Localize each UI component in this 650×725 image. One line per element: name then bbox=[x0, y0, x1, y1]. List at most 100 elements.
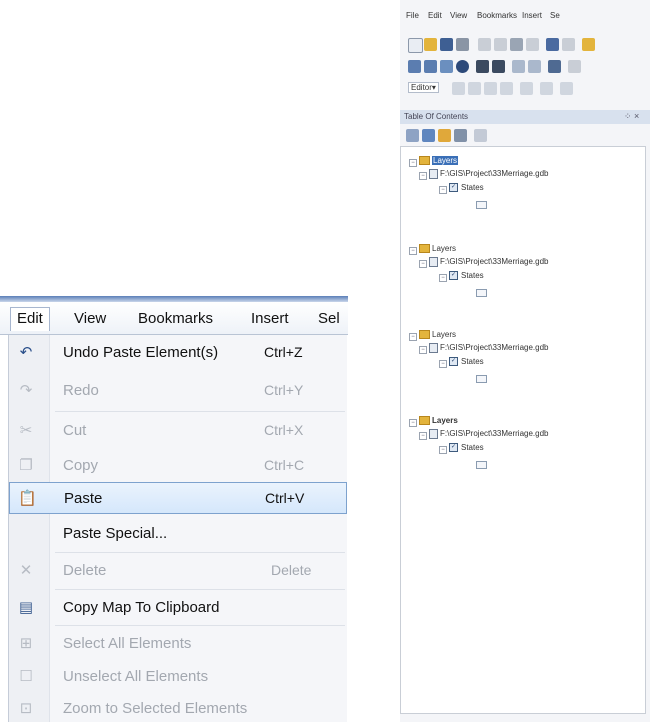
editor-dropdown[interactable]: Editor▾ bbox=[408, 82, 439, 93]
layer-row[interactable]: ✓ States bbox=[449, 183, 484, 193]
collapse-icon[interactable]: − bbox=[439, 186, 447, 194]
open-icon[interactable] bbox=[424, 38, 437, 51]
cut-icon[interactable] bbox=[478, 38, 491, 51]
forward-icon[interactable] bbox=[528, 60, 541, 73]
collapse-icon[interactable]: − bbox=[419, 346, 427, 354]
menu-item-label: Delete bbox=[63, 562, 107, 579]
collapse-icon[interactable]: − bbox=[409, 159, 417, 167]
menu-item-paste-special[interactable]: Paste Special... bbox=[9, 518, 347, 550]
close-icon[interactable]: ⁘ × bbox=[624, 111, 639, 122]
menubar-insert[interactable]: Insert bbox=[251, 310, 289, 327]
menu-item-shortcut: Ctrl+V bbox=[265, 490, 305, 506]
data-frame-row[interactable]: Layers bbox=[419, 244, 456, 254]
delete-icon: ✕ bbox=[19, 562, 33, 579]
layers-icon bbox=[419, 330, 430, 340]
fixed-zoom-in-icon[interactable] bbox=[476, 60, 489, 73]
database-icon bbox=[429, 343, 438, 353]
gdb-source-row[interactable]: F:\GIS\Project\33Merriage.gdb bbox=[429, 343, 549, 353]
collapse-icon[interactable]: − bbox=[419, 432, 427, 440]
list-by-source-icon[interactable] bbox=[422, 129, 435, 142]
delete-icon[interactable] bbox=[526, 38, 539, 51]
layer-row[interactable]: ✓ States bbox=[449, 443, 484, 453]
menu-item-undo[interactable]: ↶ Undo Paste Element(s) Ctrl+Z bbox=[9, 337, 347, 369]
add-data-icon[interactable] bbox=[582, 38, 595, 51]
full-extent-icon[interactable] bbox=[456, 60, 469, 73]
list-by-selection-icon[interactable] bbox=[454, 129, 467, 142]
data-frame-row[interactable]: Layers bbox=[419, 416, 458, 426]
undo-icon[interactable] bbox=[546, 38, 559, 51]
menubar-selection[interactable]: Sel bbox=[318, 310, 340, 327]
options-icon[interactable] bbox=[474, 129, 487, 142]
layer-row[interactable]: ✓ States bbox=[449, 271, 484, 281]
edit-menu-panel: Edit View Bookmarks Insert Sel ↶ Undo Pa… bbox=[0, 296, 348, 722]
fixed-zoom-out-icon[interactable] bbox=[492, 60, 505, 73]
data-frame-row[interactable]: Layers bbox=[419, 330, 456, 340]
menu-item-shortcut: Delete bbox=[271, 562, 312, 578]
collapse-icon[interactable]: − bbox=[409, 333, 417, 341]
straight-segment-icon[interactable] bbox=[484, 82, 497, 95]
collapse-icon[interactable]: − bbox=[409, 419, 417, 427]
new-document-icon[interactable] bbox=[408, 38, 423, 53]
paste-icon: 📋 bbox=[18, 490, 37, 507]
edit-annotation-icon[interactable] bbox=[468, 82, 481, 95]
menubar-edit[interactable]: Edit bbox=[10, 307, 50, 331]
arc-menu-insert[interactable]: Insert bbox=[522, 11, 542, 20]
menu-item-paste[interactable]: 📋 Paste Ctrl+V bbox=[9, 482, 347, 514]
arc-menu-selection[interactable]: Se bbox=[550, 11, 560, 20]
zoom-out-icon[interactable] bbox=[424, 60, 437, 73]
layer-name: States bbox=[461, 443, 484, 452]
layer-row[interactable]: ✓ States bbox=[449, 357, 484, 367]
gdb-source-row[interactable]: F:\GIS\Project\33Merriage.gdb bbox=[429, 169, 549, 179]
collapse-icon[interactable]: − bbox=[439, 446, 447, 454]
select-features-icon[interactable] bbox=[548, 60, 561, 73]
rotate-icon[interactable] bbox=[540, 82, 553, 95]
collapse-icon[interactable]: − bbox=[419, 260, 427, 268]
attributes-icon[interactable] bbox=[560, 82, 573, 95]
layer-visibility-checkbox[interactable]: ✓ bbox=[449, 183, 458, 193]
list-by-drawing-order-icon[interactable] bbox=[406, 129, 419, 142]
collapse-icon[interactable]: − bbox=[439, 274, 447, 282]
layer-visibility-checkbox[interactable]: ✓ bbox=[449, 443, 458, 453]
menu-item-label: Select All Elements bbox=[63, 635, 192, 652]
layers-icon bbox=[419, 244, 430, 254]
copy-map-icon: ▤ bbox=[18, 599, 34, 616]
back-icon[interactable] bbox=[512, 60, 525, 73]
menu-item-label: Undo Paste Element(s) bbox=[63, 344, 219, 361]
split-icon[interactable] bbox=[520, 82, 533, 95]
menu-item-copy-map[interactable]: ▤ Copy Map To Clipboard bbox=[9, 592, 347, 624]
menu-item-shortcut: Ctrl+X bbox=[264, 422, 304, 438]
menu-item-label: Paste Special... bbox=[63, 525, 168, 542]
standard-toolbar bbox=[406, 36, 650, 54]
arc-menu-bookmarks[interactable]: Bookmarks bbox=[477, 11, 517, 20]
arc-menu-view[interactable]: View bbox=[450, 11, 467, 20]
collapse-icon[interactable]: − bbox=[439, 360, 447, 368]
arc-menu-edit[interactable]: Edit bbox=[428, 11, 442, 20]
data-frame-row[interactable]: Layers bbox=[419, 156, 459, 166]
clear-selection-icon[interactable] bbox=[568, 60, 581, 73]
layer-visibility-checkbox[interactable]: ✓ bbox=[449, 357, 458, 367]
paste-icon[interactable] bbox=[510, 38, 523, 51]
menubar-view[interactable]: View bbox=[74, 310, 106, 327]
list-by-visibility-icon[interactable] bbox=[438, 129, 451, 142]
tools-toolbar bbox=[406, 58, 650, 76]
redo-icon[interactable] bbox=[562, 38, 575, 51]
arc-menu-file[interactable]: File bbox=[406, 11, 419, 20]
menu-item-select-all: ⊞ Select All Elements bbox=[9, 628, 347, 660]
data-frame-name: Layers bbox=[432, 156, 459, 165]
collapse-icon[interactable]: − bbox=[409, 247, 417, 255]
copy-icon[interactable] bbox=[494, 38, 507, 51]
print-icon[interactable] bbox=[456, 38, 469, 51]
save-icon[interactable] bbox=[440, 38, 453, 51]
collapse-icon[interactable]: − bbox=[419, 172, 427, 180]
layer-name: States bbox=[461, 183, 484, 192]
gdb-source-row[interactable]: F:\GIS\Project\33Merriage.gdb bbox=[429, 429, 549, 439]
end-point-arc-icon[interactable] bbox=[500, 82, 513, 95]
cut-icon: ✂ bbox=[19, 422, 33, 439]
menu-separator bbox=[55, 589, 345, 590]
gdb-source-row[interactable]: F:\GIS\Project\33Merriage.gdb bbox=[429, 257, 549, 267]
menubar-bookmarks[interactable]: Bookmarks bbox=[138, 310, 213, 327]
zoom-in-icon[interactable] bbox=[408, 60, 421, 73]
pan-icon[interactable] bbox=[440, 60, 453, 73]
edit-tool-icon[interactable] bbox=[452, 82, 465, 95]
layer-visibility-checkbox[interactable]: ✓ bbox=[449, 271, 458, 281]
